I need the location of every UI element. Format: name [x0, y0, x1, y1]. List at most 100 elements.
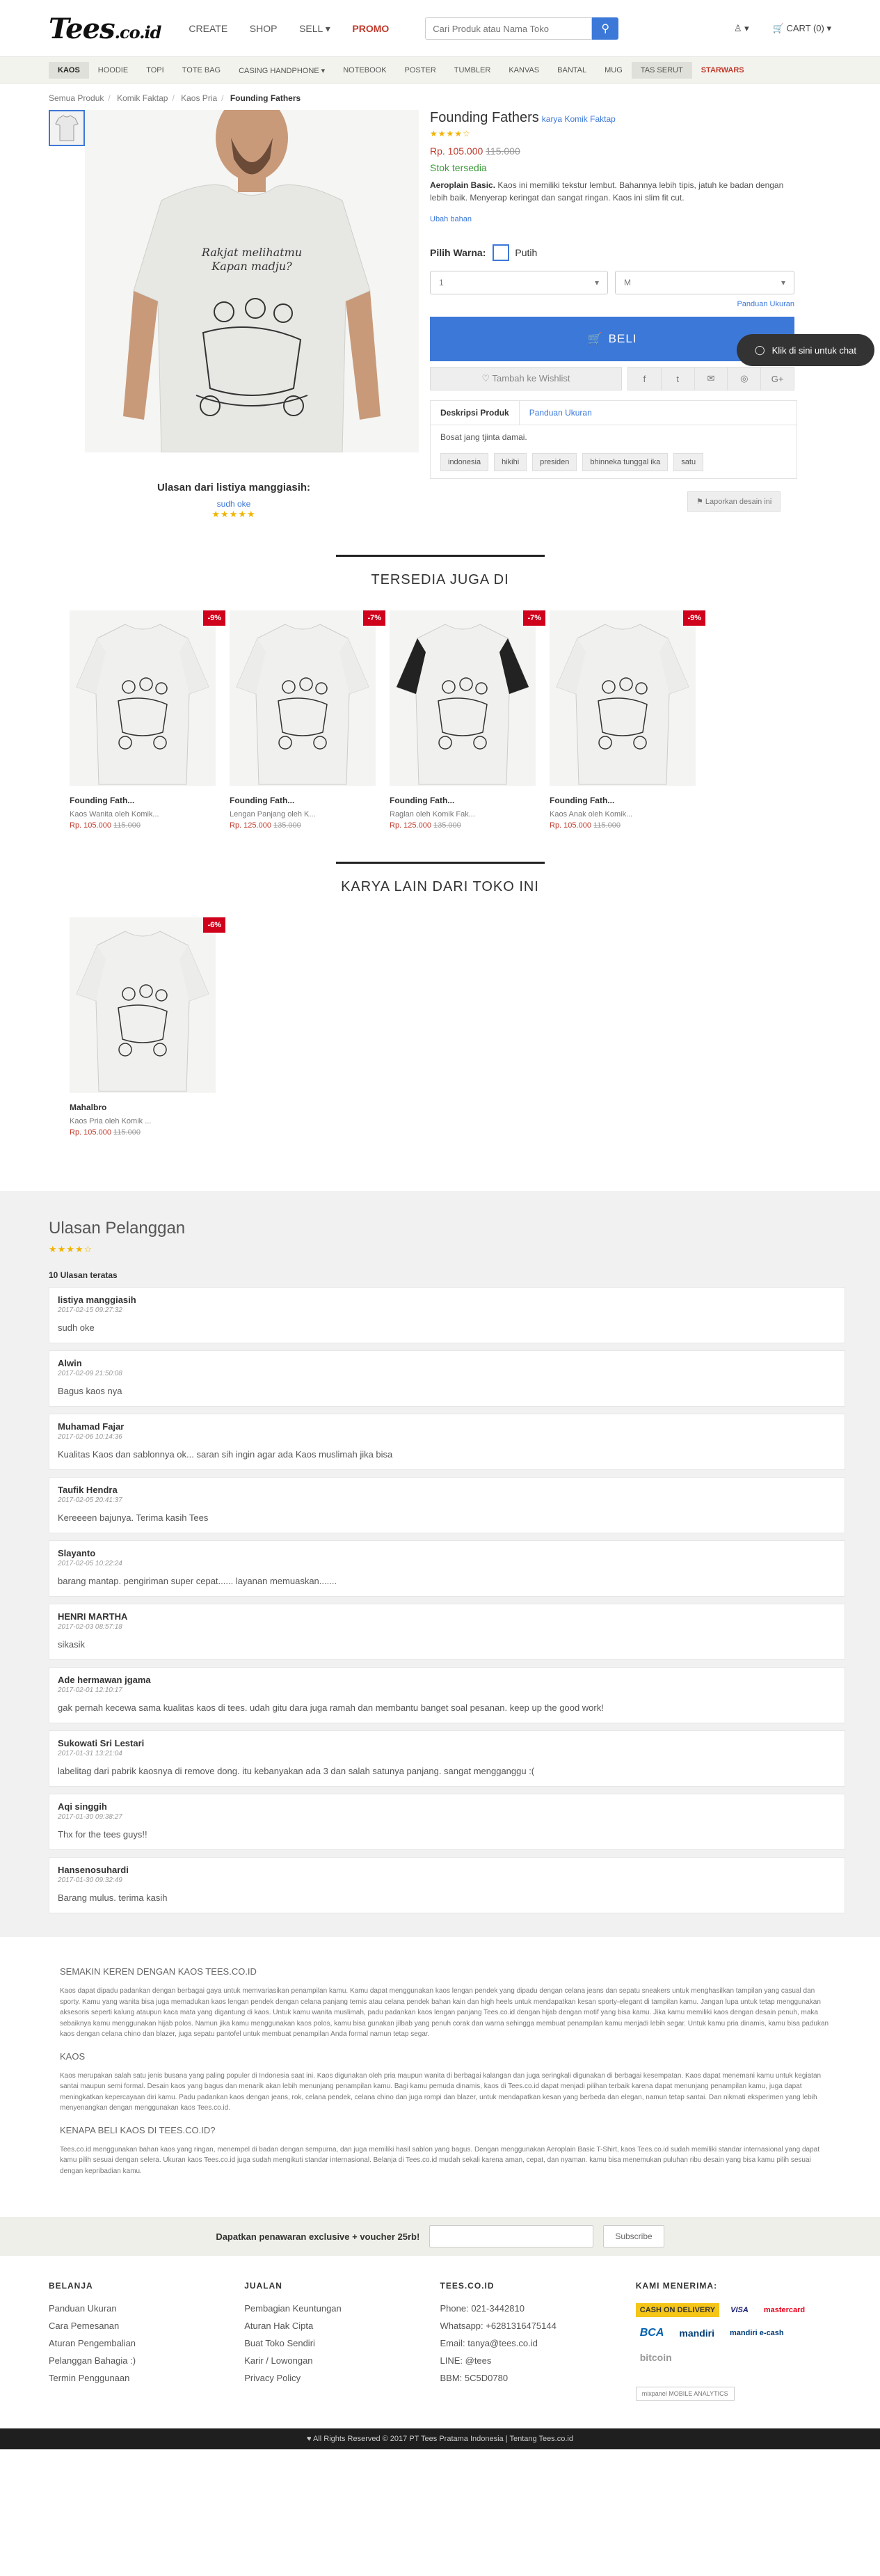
footer-link[interactable]: Privacy Policy [244, 2373, 440, 2383]
product-card-image[interactable]: -7% [230, 610, 385, 786]
footer-link[interactable]: Phone: 021-3442810 [440, 2303, 636, 2314]
product-card-image[interactable]: -7% [390, 610, 545, 786]
tag-chip[interactable]: indonesia [440, 453, 489, 471]
search-button[interactable]: ⚲ [592, 17, 619, 40]
product-card[interactable]: -7% Founding Fath... Lengan Panjang oleh K… [230, 610, 385, 830]
quantity-select[interactable]: 1 ▾ [430, 271, 608, 294]
footer-link[interactable]: Karir / Lowongan [244, 2355, 440, 2366]
breadcrumb-store[interactable]: Komik Faktap [117, 93, 168, 103]
whatsapp-icon[interactable]: ◎ [727, 368, 760, 390]
google-plus-icon[interactable]: G+ [760, 368, 794, 390]
footer-link[interactable]: Panduan Ukuran [49, 2303, 244, 2314]
category-starwars[interactable]: STARWARS [692, 62, 753, 79]
category-tote-bag[interactable]: TOTE BAG [173, 62, 230, 79]
product-card-price: Rp. 105.000 115.000 [550, 821, 621, 830]
account-menu[interactable]: ♙ ▾ [734, 23, 749, 34]
bitcoin-logo: bitcoin [639, 2352, 672, 2364]
footer-link[interactable]: Cara Pemesanan [49, 2321, 244, 2331]
tag-chip[interactable]: hikihi [494, 453, 527, 471]
category-mug[interactable]: MUG [595, 62, 632, 79]
mixpanel-badge[interactable]: mixpanel MOBILE ANALYTICS [635, 2387, 735, 2401]
cart-menu[interactable]: 🛒 CART (0) ▾ [773, 23, 831, 34]
other-works-title: KARYA LAIN DARI TOKO INI [335, 862, 545, 895]
size-guide-link[interactable]: Panduan Ukuran [737, 300, 794, 308]
footer-link[interactable]: Termin Penggunaan [49, 2373, 244, 2383]
footer-link[interactable]: Pembagian Keuntungan [244, 2303, 440, 2314]
breadcrumb-all[interactable]: Semua Produk [49, 93, 104, 103]
product-card-image[interactable]: -9% [70, 610, 225, 786]
tab-size-guide[interactable]: Panduan Ukuran [520, 401, 602, 425]
color-swatch-white[interactable] [493, 244, 510, 261]
product-author-link[interactable]: karya Komik Faktap [542, 114, 616, 124]
breadcrumb-category[interactable]: Kaos Pria [181, 93, 217, 103]
facebook-icon[interactable]: f [628, 368, 661, 390]
footer-link[interactable]: LINE: @tees [440, 2355, 636, 2366]
site-logo[interactable]: Tees.co.id [49, 13, 161, 45]
nav-create[interactable]: CREATE [189, 23, 227, 34]
footer-link[interactable]: Aturan Pengembalian [49, 2338, 244, 2348]
review-item: Taufik Hendra 2017-02-05 20:41:37 Kereeeen… [49, 1477, 845, 1533]
footer-link[interactable]: Email: tanya@tees.co.id [440, 2338, 636, 2348]
tag-chip[interactable]: satu [673, 453, 704, 471]
category-kanvas[interactable]: KANVAS [499, 62, 548, 79]
search-icon: ⚲ [601, 23, 610, 35]
search-bar: ⚲ [425, 17, 619, 40]
category-tumbler[interactable]: TUMBLER [445, 62, 500, 79]
tag-chip[interactable]: presiden [532, 453, 577, 471]
product-card-image[interactable]: -6% [70, 917, 225, 1093]
product-card[interactable]: -6% Mahalbro Kaos Pria oleh Komik ... Rp. 1… [70, 917, 225, 1137]
product-card-name[interactable]: Founding Fath... [230, 796, 376, 805]
review-item: Aqi singgih 2017-01-30 09:38:27 Thx for th… [49, 1794, 845, 1850]
product-thumbnail[interactable] [49, 110, 85, 146]
category-tas-serut[interactable]: TAS SERUT [631, 62, 692, 79]
category-poster[interactable]: POSTER [396, 62, 445, 79]
category-notebook[interactable]: NOTEBOOK [334, 62, 395, 79]
review-date: 2017-02-15 09:27:32 [58, 1306, 122, 1314]
tag-chip[interactable]: bhinneka tunggal ika [582, 453, 669, 471]
nav-promo[interactable]: PROMO [352, 23, 389, 34]
color-label: Pilih Warna: [430, 247, 486, 258]
category-hoodie[interactable]: HOODIE [89, 62, 137, 79]
footer-link[interactable]: Aturan Hak Cipta [244, 2321, 440, 2331]
bca-logo: BCA [639, 2327, 664, 2339]
size-select[interactable]: M ▾ [615, 271, 794, 294]
reviews-count: 10 Ulasan teratas [49, 1270, 118, 1280]
product-card[interactable]: -9% Founding Fath... Kaos Wanita oleh Komi… [70, 610, 225, 830]
change-material-link[interactable]: Ubah bahan [430, 215, 794, 223]
subscribe-button[interactable]: Subscribe [603, 2225, 664, 2248]
cart-icon: 🛒 [772, 23, 784, 33]
review-text: labelitag dari pabrik kaosnya di remove … [58, 1766, 535, 1776]
category-casing-handphone[interactable]: CASING HANDPHONE ▾ [230, 62, 334, 79]
category-kaos[interactable]: KAOS [49, 62, 89, 79]
footer-link[interactable]: Pelanggan Bahagia :) [49, 2355, 244, 2366]
product-card-meta: Kaos Wanita oleh Komik... [70, 810, 159, 819]
add-to-wishlist-button[interactable]: ♡ Tambah ke Wishlist [430, 367, 622, 390]
product-card-image[interactable]: -9% [550, 610, 705, 786]
nav-sell[interactable]: SELL ▾ [299, 23, 330, 34]
chat-button[interactable]: ◯ Klik di sini untuk chat [737, 334, 874, 366]
product-card[interactable]: -9% Founding Fath... Kaos Anak oleh Komik.… [550, 610, 705, 830]
category-topi[interactable]: TOPI [137, 62, 173, 79]
email-icon[interactable]: ✉ [694, 368, 728, 390]
review-item: Hansenosuhardi 2017-01-30 09:32:49 Barang … [49, 1857, 845, 1913]
product-main-image[interactable]: Rakjat melihatmu Kapan madju? [85, 110, 419, 452]
footer-link[interactable]: Whatsapp: +6281316475144 [440, 2321, 636, 2331]
nav-shop[interactable]: SHOP [250, 23, 278, 34]
product-price: Rp. 105.000 [430, 145, 483, 157]
search-input[interactable] [425, 17, 593, 40]
product-description-text: Bosat jang tjinta damai. [440, 432, 527, 442]
footer-link[interactable]: BBM: 5C5D0780 [440, 2373, 636, 2383]
footer-link[interactable]: Buat Toko Sendiri [244, 2338, 440, 2348]
twitter-icon[interactable]: t [660, 368, 694, 390]
category-bantal[interactable]: BANTAL [548, 62, 595, 79]
mandiri-ecash-logo: mandiri e-cash [730, 2329, 784, 2338]
product-card-name[interactable]: Founding Fath... [70, 796, 216, 805]
newsletter-email-input[interactable] [429, 2225, 594, 2248]
tab-description[interactable]: Deskripsi Produk [431, 401, 520, 425]
product-card-name[interactable]: Mahalbro [70, 1103, 216, 1112]
product-card-name[interactable]: Founding Fath... [550, 796, 696, 805]
product-card[interactable]: -7% Founding Fath... Raglan oleh Komik Fak… [390, 610, 545, 830]
report-design-button[interactable]: ⚑ Laporkan desain ini [687, 491, 781, 512]
product-card-name[interactable]: Founding Fath... [390, 796, 536, 805]
seo-heading: KENAPA BELI KAOS DI TEES.CO.ID? [60, 2124, 216, 2135]
